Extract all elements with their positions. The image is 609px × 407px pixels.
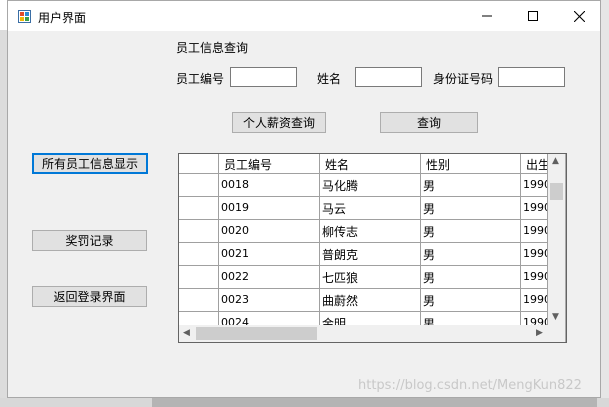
vertical-scroll-thumb[interactable] (550, 183, 563, 200)
table-cell[interactable]: 七匹狼 (320, 266, 421, 289)
query-heading: 员工信息查询 (176, 41, 249, 55)
table-cell[interactable]: 马云 (320, 197, 421, 220)
table-cell[interactable]: 男 (421, 266, 521, 289)
table-cell[interactable]: 1990, (521, 243, 548, 266)
table-cell[interactable]: 男 (421, 197, 521, 220)
row-header[interactable] (179, 266, 219, 289)
table-row[interactable]: 0022 七匹狼 男 1990, (179, 266, 548, 289)
app-icon (18, 10, 31, 23)
table-cell[interactable]: 男 (421, 220, 521, 243)
table-cell[interactable]: 1990, (521, 174, 548, 197)
table-cell[interactable]: 0021 (219, 243, 320, 266)
table-row[interactable]: 0018 马化腾 男 1990, (179, 174, 548, 197)
scrollbar-corner (548, 325, 565, 342)
row-header[interactable] (179, 174, 219, 197)
table-cell[interactable]: 1990, (521, 289, 548, 312)
title-bar[interactable]: 用户界面 (8, 1, 600, 31)
table-cell[interactable]: 0020 (219, 220, 320, 243)
table-cell[interactable]: 0023 (219, 289, 320, 312)
name-input[interactable] (355, 67, 422, 87)
window-title: 用户界面 (38, 11, 87, 25)
table-cell[interactable]: 曲蔚然 (320, 289, 421, 312)
minimize-icon (482, 15, 492, 17)
row-header[interactable] (179, 289, 219, 312)
row-header[interactable] (179, 220, 219, 243)
salary-query-button[interactable]: 个人薪资查询 (232, 112, 326, 133)
table-cell[interactable]: 0019 (219, 197, 320, 220)
background-window-edge (0, 398, 609, 407)
table-cell[interactable]: 0022 (219, 266, 320, 289)
back-to-login-button[interactable]: 返回登录界面 (32, 286, 147, 307)
column-header[interactable]: 姓名 (320, 154, 421, 174)
column-header[interactable]: 性别 (421, 154, 521, 174)
maximize-icon (528, 11, 538, 21)
search-button[interactable]: 查询 (380, 112, 478, 133)
close-button[interactable] (556, 1, 602, 31)
row-header[interactable] (179, 197, 219, 220)
background-window-edge (0, 30, 7, 400)
user-window: 用户界面 员工信息查询 员工编号 姓名 身份证号码 个人薪资查询 查询 所有员工… (7, 0, 601, 398)
name-label: 姓名 (317, 72, 342, 86)
vertical-scrollbar[interactable]: ▲ ▼ (548, 154, 565, 325)
table-cell[interactable]: 1990, (521, 266, 548, 289)
scroll-down-icon[interactable]: ▼ (552, 313, 559, 322)
background-strip (152, 398, 597, 407)
show-all-employees-button[interactable]: 所有员工信息显示 (32, 153, 148, 174)
table-cell[interactable]: 1990, (521, 220, 548, 243)
table-cell[interactable]: 0018 (219, 174, 320, 197)
watermark: https://blog.csdn.net/MengKun822 (358, 378, 582, 393)
table-cell[interactable]: 马化腾 (320, 174, 421, 197)
idcard-input[interactable] (498, 67, 565, 87)
table-cell[interactable]: 柳传志 (320, 220, 421, 243)
column-header[interactable]: 出生 (521, 154, 548, 174)
table-cell[interactable]: 男 (421, 174, 521, 197)
table-row[interactable]: 0023 曲蔚然 男 1990, (179, 289, 548, 312)
background-window-edge (601, 0, 609, 407)
table-cell[interactable]: 普朗克 (320, 243, 421, 266)
scroll-right-icon[interactable]: ▶ (536, 329, 543, 338)
table-row[interactable]: 0019 马云 男 1990, (179, 197, 548, 220)
table-row[interactable]: 0020 柳传志 男 1990, (179, 220, 548, 243)
rewards-record-button[interactable]: 奖罚记录 (32, 230, 147, 251)
employee-grid[interactable]: 员工编号 姓名 性别 出生 0018 马化腾 男 1990, 0019 马云 男… (178, 153, 567, 343)
table-cell[interactable]: 1990, (521, 197, 548, 220)
table-row[interactable]: 0021 普朗克 男 1990, (179, 243, 548, 266)
close-icon (573, 10, 585, 22)
minimize-button[interactable] (464, 1, 510, 31)
row-header[interactable] (179, 243, 219, 266)
emp-id-label: 员工编号 (176, 72, 225, 86)
table-cell[interactable]: 男 (421, 289, 521, 312)
scroll-left-icon[interactable]: ◀ (183, 329, 190, 338)
table-cell[interactable]: 男 (421, 243, 521, 266)
emp-id-input[interactable] (230, 67, 297, 87)
grid-corner-header (179, 154, 219, 174)
horizontal-scroll-thumb[interactable] (196, 327, 317, 340)
column-header[interactable]: 员工编号 (219, 154, 320, 174)
horizontal-scrollbar[interactable]: ◀ ▶ (179, 325, 548, 342)
maximize-button[interactable] (510, 1, 556, 31)
scroll-up-icon[interactable]: ▲ (552, 157, 559, 166)
idcard-label: 身份证号码 (433, 72, 494, 86)
